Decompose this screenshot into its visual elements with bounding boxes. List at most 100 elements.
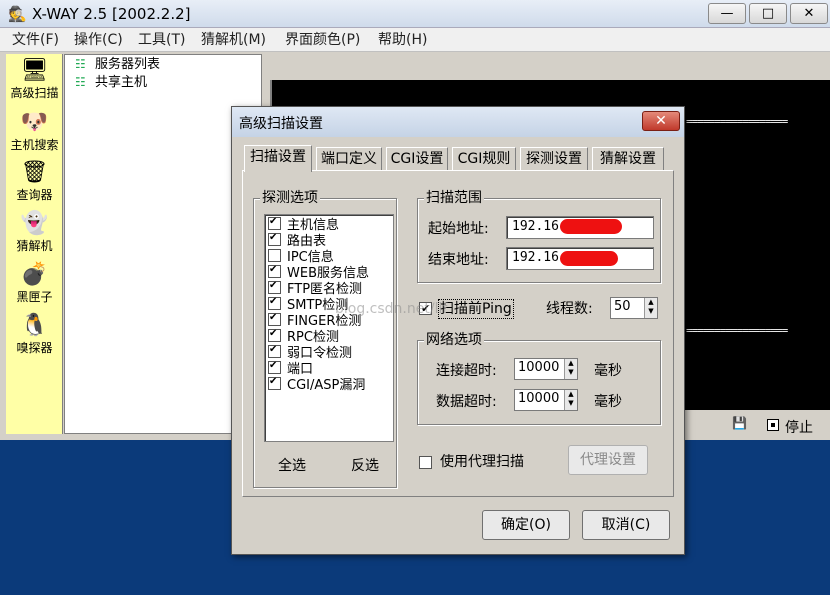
probe-option-item[interactable]: 弱口令检测 bbox=[268, 343, 352, 362]
tab-cgi-rules[interactable]: CGI规则 bbox=[452, 147, 516, 171]
tool-label: 主机搜索 bbox=[10, 138, 59, 152]
threads-label: 线程数: bbox=[546, 301, 593, 317]
ghost-icon: 👻 bbox=[20, 211, 49, 236]
end-address-label: 结束地址: bbox=[428, 252, 489, 268]
probe-option-checkbox[interactable] bbox=[268, 263, 281, 278]
invert-selection-button[interactable]: 反选 bbox=[351, 457, 379, 475]
cancel-button[interactable]: 取消(C) bbox=[582, 510, 670, 540]
tool-advanced-scan[interactable]: 🖥 高级扫描 bbox=[6, 56, 63, 100]
dialog-title-bar[interactable]: 高级扫描设置 ✕ bbox=[232, 107, 684, 137]
tab-panel: 探测选项 主机信息路由表IPC信息WEB服务信息FTP匿名检测SMTP检测FIN… bbox=[242, 170, 674, 497]
probe-option-checkbox[interactable] bbox=[268, 231, 281, 246]
config-icon[interactable]: 💾 bbox=[732, 416, 750, 432]
threads-spinner[interactable]: 50 ▲ ▼ bbox=[610, 297, 658, 319]
tool-black-box[interactable]: 💣 黑匣子 bbox=[6, 260, 63, 304]
menu-operate[interactable]: 操作(C) bbox=[74, 31, 123, 49]
probe-option-label: FTP匿名检测 bbox=[287, 282, 363, 297]
menu-tools[interactable]: 工具(T) bbox=[138, 31, 185, 49]
probe-option-item[interactable]: 主机信息 bbox=[268, 215, 340, 234]
ok-button[interactable]: 确定(O) bbox=[482, 510, 570, 540]
probe-option-checkbox[interactable] bbox=[268, 311, 281, 326]
probe-option-checkbox[interactable] bbox=[268, 375, 281, 390]
tool-sniffer[interactable]: 🐧 嗅探器 bbox=[6, 311, 63, 355]
tool-label: 查询器 bbox=[16, 188, 53, 202]
title-bar[interactable]: 🕵 X-WAY 2.5 [2002.2.2] — □ ✕ bbox=[0, 0, 830, 28]
proxy-label[interactable]: 使用代理扫描 bbox=[440, 453, 524, 471]
tab-probe-settings[interactable]: 探测设置 bbox=[520, 147, 588, 171]
probe-option-item[interactable]: CGI/ASP漏洞 bbox=[268, 375, 365, 394]
stop-icon[interactable] bbox=[767, 419, 779, 431]
probe-option-label: 主机信息 bbox=[287, 218, 340, 233]
probe-option-item[interactable]: WEB服务信息 bbox=[268, 263, 369, 282]
menu-help[interactable]: 帮助(H) bbox=[378, 31, 427, 49]
probe-option-item[interactable]: 路由表 bbox=[268, 231, 326, 250]
redaction-mark bbox=[560, 219, 622, 234]
probe-option-checkbox[interactable] bbox=[268, 279, 281, 294]
stop-label[interactable]: 停止 bbox=[785, 417, 813, 437]
menu-guesser[interactable]: 猜解机(M) bbox=[201, 31, 266, 49]
select-all-button[interactable]: 全选 bbox=[278, 457, 306, 475]
minimize-button[interactable]: — bbox=[708, 3, 746, 24]
tool-query[interactable]: 🗑 查询器 bbox=[6, 158, 63, 202]
console-separator: ================== bbox=[686, 324, 788, 337]
tool-guesser[interactable]: 👻 猜解机 bbox=[6, 209, 63, 253]
threads-value: 50 bbox=[614, 299, 631, 314]
ping-label[interactable]: 扫描前Ping bbox=[438, 299, 514, 319]
spinner-arrows[interactable]: ▲ ▼ bbox=[644, 298, 657, 318]
proxy-settings-button[interactable]: 代理设置 bbox=[568, 445, 648, 475]
end-address-value: 192.16 bbox=[512, 250, 559, 265]
tree-item-label: 共享主机 bbox=[95, 75, 148, 90]
probe-option-item[interactable]: FTP匿名检测 bbox=[268, 279, 363, 298]
trashcan-icon: 🗑 bbox=[20, 160, 49, 185]
penguin-icon: 🐧 bbox=[20, 313, 49, 338]
data-timeout-value: 10000 bbox=[518, 391, 560, 406]
tool-host-search[interactable]: 🐶 主机搜索 bbox=[6, 108, 63, 152]
probe-option-checkbox[interactable] bbox=[268, 359, 281, 374]
close-button[interactable]: ✕ bbox=[790, 3, 828, 24]
spinner-arrows[interactable]: ▲ ▼ bbox=[564, 390, 577, 410]
scan-range-title: 扫描范围 bbox=[424, 190, 484, 206]
probe-option-checkbox[interactable] bbox=[268, 249, 281, 262]
server-icon: ☷ bbox=[75, 57, 86, 71]
tab-port-definition[interactable]: 端口定义 bbox=[316, 147, 382, 171]
tool-label: 高级扫描 bbox=[10, 86, 59, 100]
probe-options-title: 探测选项 bbox=[260, 190, 320, 206]
probe-option-item[interactable]: IPC信息 bbox=[268, 249, 334, 266]
proxy-checkbox[interactable] bbox=[419, 456, 432, 469]
network-options-group: 网络选项 连接超时: 10000 ▲ ▼ 毫秒 数据超时: 10000 ▲ ▼ 毫秒 bbox=[417, 332, 661, 425]
tree-item-shared-hosts[interactable]: ☷ 共享主机 bbox=[75, 74, 147, 91]
probe-option-checkbox[interactable] bbox=[268, 215, 281, 230]
dog-icon: 🐶 bbox=[20, 110, 49, 135]
tool-label: 黑匣子 bbox=[16, 290, 53, 304]
data-timeout-spinner[interactable]: 10000 ▲ ▼ bbox=[514, 389, 578, 411]
connect-timeout-spinner[interactable]: 10000 ▲ ▼ bbox=[514, 358, 578, 380]
app-icon: 🕵 bbox=[8, 5, 27, 23]
bomb-icon: 💣 bbox=[20, 262, 49, 287]
start-address-value: 192.16 bbox=[512, 219, 559, 234]
probe-option-checkbox[interactable] bbox=[268, 327, 281, 342]
probe-options-list[interactable]: 主机信息路由表IPC信息WEB服务信息FTP匿名检测SMTP检测FINGER检测… bbox=[264, 214, 394, 442]
tab-scan-settings[interactable]: 扫描设置 bbox=[244, 145, 312, 172]
tool-label: 猜解机 bbox=[16, 239, 53, 253]
app-title: X-WAY 2.5 [2002.2.2] bbox=[32, 5, 191, 23]
tab-cgi-settings[interactable]: CGI设置 bbox=[386, 147, 448, 171]
probe-option-item[interactable]: RPC检测 bbox=[268, 327, 339, 346]
connect-timeout-value: 10000 bbox=[518, 360, 560, 375]
console-separator: ================== bbox=[686, 115, 788, 128]
probe-option-label: 端口 bbox=[287, 362, 314, 377]
probe-option-checkbox[interactable] bbox=[268, 343, 281, 358]
menu-file[interactable]: 文件(F) bbox=[12, 31, 59, 49]
spinner-arrows[interactable]: ▲ ▼ bbox=[564, 359, 577, 379]
tab-guess-settings[interactable]: 猜解设置 bbox=[592, 147, 664, 171]
menu-bar: 文件(F) 操作(C) 工具(T) 猜解机(M) 界面颜色(P) 帮助(H) bbox=[0, 28, 830, 52]
redaction-mark bbox=[560, 251, 618, 266]
probe-option-label: RPC检测 bbox=[287, 330, 339, 345]
probe-option-label: WEB服务信息 bbox=[287, 266, 369, 281]
tree-item-server-list[interactable]: ☷ 服务器列表 bbox=[75, 56, 160, 73]
maximize-button[interactable]: □ bbox=[749, 3, 787, 24]
menu-colors[interactable]: 界面颜色(P) bbox=[285, 31, 360, 49]
dialog-close-button[interactable]: ✕ bbox=[642, 111, 680, 131]
probe-option-checkbox[interactable] bbox=[268, 295, 281, 310]
monitor-icon: 🖥 bbox=[20, 58, 49, 83]
watermark-text: blog.csdn.net/lif bbox=[335, 301, 448, 317]
